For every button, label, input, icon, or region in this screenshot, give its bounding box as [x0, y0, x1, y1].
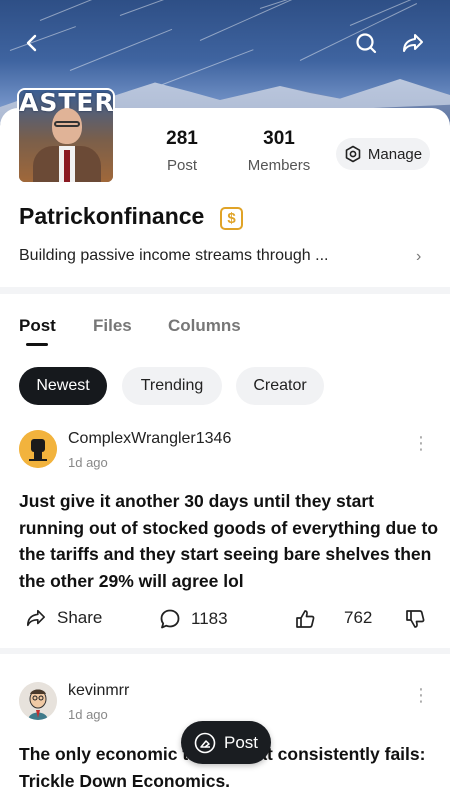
manage-button[interactable]: Manage [336, 138, 430, 170]
post-count-stat[interactable]: 281 Post [160, 128, 204, 174]
tab-post[interactable]: Post [19, 316, 56, 336]
search-icon [356, 33, 377, 54]
post-more-icon[interactable]: ⋮ [412, 686, 430, 704]
share-arrow-icon [403, 34, 423, 52]
section-divider [0, 287, 450, 294]
thumbs-up-icon [296, 610, 315, 628]
new-post-label: Post [223, 732, 259, 752]
post-author-avatar[interactable] [19, 430, 57, 468]
post-author-avatar[interactable] [19, 682, 57, 720]
manage-label: Manage [367, 145, 423, 163]
search-button[interactable] [351, 28, 381, 58]
settings-hex-icon [345, 145, 361, 163]
thumbs-down-icon [406, 610, 425, 628]
profile-name: Patrickonfinance [19, 203, 205, 229]
filter-trending[interactable]: Trending [122, 367, 222, 405]
post-body[interactable]: Just give it another 30 days until they … [19, 488, 439, 594]
avatar[interactable]: ASTER [17, 88, 115, 184]
content-tabs: Post Files Columns [0, 316, 450, 356]
comment-action[interactable]: 1183 [159, 608, 228, 630]
compose-eraser-icon [194, 732, 216, 753]
post-divider [0, 648, 450, 654]
post-author-name[interactable]: kevinmrr [68, 682, 129, 700]
post-timestamp: 1d ago [68, 707, 108, 722]
member-count-label: Members [247, 157, 311, 174]
cartoon-face-icon [19, 682, 57, 720]
comment-count: 1183 [191, 609, 228, 628]
member-count: 301 [263, 128, 295, 149]
back-button[interactable] [17, 28, 47, 58]
fist-logo-icon [19, 430, 57, 468]
back-chevron-icon [26, 34, 37, 52]
share-label: Share [57, 608, 103, 627]
member-count-stat[interactable]: 301 Members [246, 128, 312, 174]
share-button[interactable] [398, 28, 428, 58]
like-count: 762 [344, 608, 373, 627]
like-button[interactable] [294, 608, 316, 630]
paid-badge: $ [220, 207, 243, 230]
new-post-button[interactable]: Post [181, 721, 271, 764]
filter-newest[interactable]: Newest [19, 367, 107, 405]
post-count: 281 [166, 128, 198, 149]
share-icon [27, 609, 45, 627]
post-count-label: Post [166, 157, 197, 174]
profile-bio[interactable]: Building passive income streams through … [19, 247, 328, 265]
post-actions: Share 1183 762 [0, 608, 450, 638]
share-action[interactable]: Share [25, 608, 102, 628]
post-more-icon[interactable]: ⋮ [412, 434, 430, 452]
filter-creator[interactable]: Creator [236, 367, 324, 405]
comment-bubble-icon [160, 609, 180, 629]
post-author-name[interactable]: ComplexWrangler1346 [68, 430, 231, 448]
tab-columns[interactable]: Columns [168, 316, 241, 336]
tab-files[interactable]: Files [93, 316, 132, 336]
bio-expand-chevron-icon[interactable]: › [416, 248, 421, 266]
dislike-button[interactable] [404, 608, 426, 630]
post-timestamp: 1d ago [68, 455, 108, 470]
active-tab-indicator [26, 343, 48, 346]
